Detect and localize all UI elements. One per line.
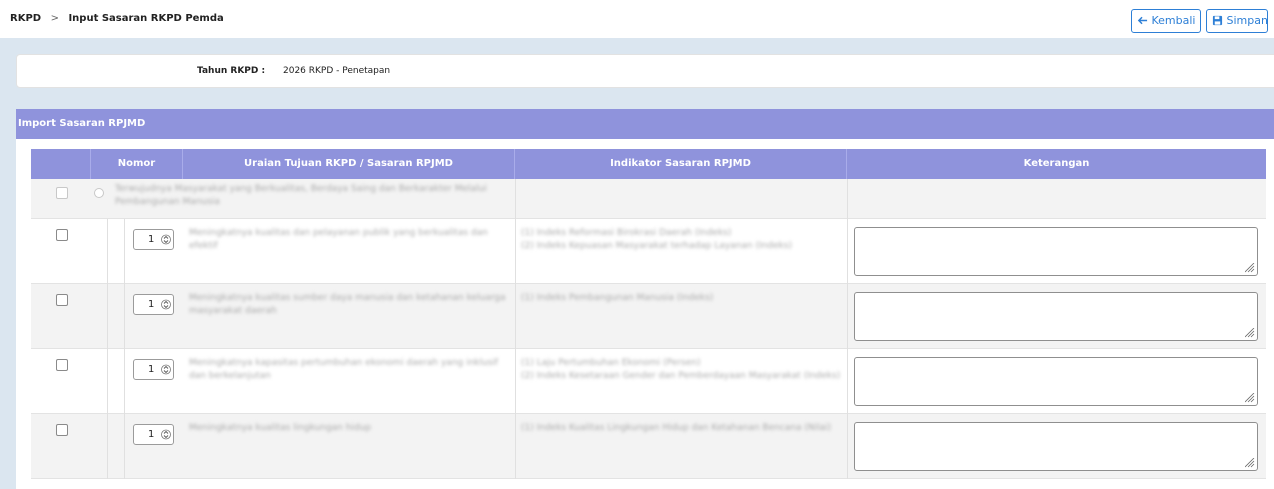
resize-grip-icon[interactable] [1245,263,1255,273]
tree-indent-line [107,219,108,284]
year-panel: Tahun RKPD : 2026 RKPD - Penetapan [16,54,1274,88]
column-divider [515,414,516,479]
column-divider [847,219,848,284]
stepper-arrows-icon[interactable] [161,233,171,246]
year-label: Tahun RKPD : [197,66,266,76]
stepper-arrows-icon[interactable] [161,363,171,376]
back-button-label: Kembali [1151,14,1196,27]
keterangan-textarea[interactable] [854,422,1258,471]
column-divider [847,349,848,414]
column-divider [515,179,516,219]
import-panel-title: Import Sasaran RPJMD [16,109,1274,139]
column-header-nomor: Nomor [91,149,183,179]
resize-grip-icon[interactable] [1245,328,1255,338]
row-checkbox[interactable] [56,229,68,241]
tree-indent-line [107,284,108,349]
row-uraian: Meningkatnya kapasitas pertumbuhan ekono… [189,358,499,381]
top-bar: RKPD > Input Sasaran RKPD Pemda Kembali … [0,0,1274,38]
nomor-stepper[interactable]: 1 [133,424,174,445]
nomor-value: 1 [148,234,155,245]
keterangan-textarea[interactable] [854,292,1258,341]
column-header-select [31,149,91,179]
tree-indent-line [124,284,125,349]
import-panel: Import Sasaran RPJMD Nomor Uraian Tujuan… [16,109,1274,489]
save-button[interactable]: Simpan [1206,9,1268,33]
breadcrumb-current: Input Sasaran RKPD Pemda [68,13,224,24]
floppy-disk-icon [1212,15,1223,26]
row-indikator: (1) Laju Pertumbuhan Ekonomi (Persen) (2… [521,358,841,381]
nomor-stepper[interactable]: 1 [133,359,174,380]
nomor-value: 1 [148,429,155,440]
breadcrumb-root[interactable]: RKPD [10,13,41,24]
row-indikator: (1) Indeks Reformasi Birokrasi Daerah (I… [521,228,792,251]
row-indikator: (1) Indeks Kualitas Lingkungan Hidup dan… [521,423,832,433]
resize-grip-icon[interactable] [1245,458,1255,468]
table-row: 1 Meningkatnya kualitas lingkungan hidup… [31,414,1266,479]
arrow-left-icon [1137,16,1148,25]
column-divider [515,219,516,284]
table-row: 1 Meningkatnya kualitas sumber daya manu… [31,284,1266,349]
table-row: 1 Meningkatnya kualitas dan pelayanan pu… [31,219,1266,284]
stepper-arrows-icon[interactable] [161,298,171,311]
group-row-text: Terwujudnya Masyarakat yang Berkualitas,… [115,184,487,207]
nomor-value: 1 [148,364,155,375]
row-checkbox[interactable] [56,294,68,306]
breadcrumb: RKPD > Input Sasaran RKPD Pemda [10,13,224,24]
row-uraian: Meningkatnya kualitas lingkungan hidup [189,423,372,433]
tree-indent-line [124,349,125,414]
table-row: 1 Meningkatnya kapasitas pertumbuhan eko… [31,349,1266,414]
stepper-arrows-icon[interactable] [161,428,171,441]
table-header: Nomor Uraian Tujuan RKPD / Sasaran RPJMD… [31,149,1266,179]
column-header-indikator: Indikator Sasaran RPJMD [515,149,847,179]
tree-indent-line [124,219,125,284]
tree-indent-line [107,414,108,479]
row-checkbox[interactable] [56,424,68,436]
tree-indent-line [124,414,125,479]
column-divider [847,414,848,479]
column-header-uraian: Uraian Tujuan RKPD / Sasaran RPJMD [183,149,515,179]
keterangan-textarea[interactable] [854,227,1258,276]
row-indikator: (1) Indeks Pembangunan Manusia (Indeks) [521,293,714,303]
column-divider [515,284,516,349]
sasaran-table: Nomor Uraian Tujuan RKPD / Sasaran RPJMD… [31,149,1274,489]
group-row-radio[interactable] [94,188,104,198]
row-uraian: Meningkatnya kualitas sumber daya manusi… [189,293,506,316]
column-divider [847,179,848,219]
back-button[interactable]: Kembali [1131,9,1201,33]
nomor-value: 1 [148,299,155,310]
column-divider [847,284,848,349]
nomor-stepper[interactable]: 1 [133,294,174,315]
tree-indent-line [107,349,108,414]
group-row-checkbox[interactable] [56,187,68,199]
table-group-row: Terwujudnya Masyarakat yang Berkualitas,… [31,179,1266,219]
resize-grip-icon[interactable] [1245,393,1255,403]
keterangan-textarea[interactable] [854,357,1258,406]
nomor-stepper[interactable]: 1 [133,229,174,250]
column-header-keterangan: Keterangan [1023,158,1090,169]
save-button-label: Simpan [1226,14,1268,27]
row-uraian: Meningkatnya kualitas dan pelayanan publ… [189,228,488,251]
column-divider [515,349,516,414]
breadcrumb-separator: > [50,13,59,24]
row-checkbox[interactable] [56,359,68,371]
year-value: 2026 RKPD - Penetapan [283,66,391,76]
